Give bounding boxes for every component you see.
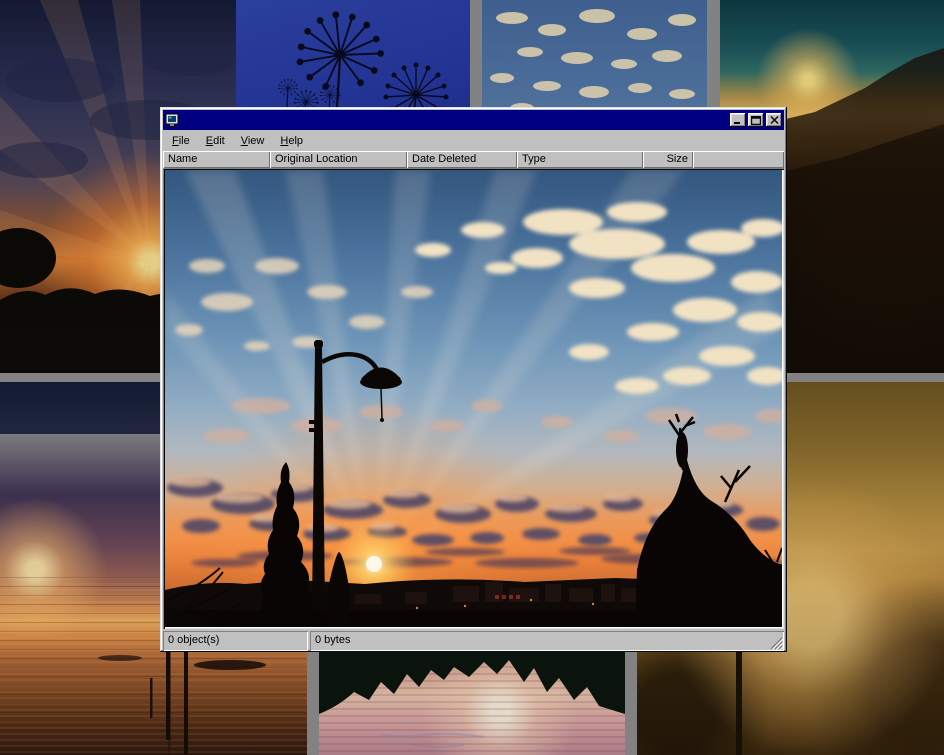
- maximize-icon: [751, 116, 761, 125]
- desktop: { "window": { "title": "", "menu": [ {"f…: [0, 0, 944, 755]
- column-header-date-deleted[interactable]: Date Deleted: [407, 151, 517, 168]
- recycle-bin-window: File Edit View Help Name Original Locati…: [160, 107, 787, 652]
- column-header-row: Name Original Location Date Deleted Type…: [163, 151, 784, 168]
- column-header-type[interactable]: Type: [517, 151, 643, 168]
- program-window-icon: [165, 112, 181, 128]
- menu-help[interactable]: Help: [272, 132, 311, 150]
- close-icon: [770, 116, 779, 124]
- sunset-lamp-photo: [165, 170, 782, 627]
- window-titlebar[interactable]: [163, 110, 784, 130]
- menu-edit[interactable]: Edit: [198, 132, 233, 150]
- minimize-icon: [733, 116, 743, 125]
- menu-view[interactable]: View: [233, 132, 273, 150]
- column-header-name[interactable]: Name: [163, 151, 270, 168]
- minimize-button[interactable]: [730, 113, 746, 127]
- status-bar: 0 object(s) 0 bytes: [163, 631, 784, 651]
- maximize-button[interactable]: [748, 113, 764, 127]
- status-size: 0 bytes: [310, 631, 784, 651]
- status-size-text: 0 bytes: [315, 634, 350, 646]
- menu-bar: File Edit View Help: [163, 131, 784, 151]
- column-header-filler[interactable]: [693, 151, 784, 168]
- column-header-original-location[interactable]: Original Location: [270, 151, 407, 168]
- menu-file[interactable]: File: [164, 132, 198, 150]
- resize-grip-icon[interactable]: [770, 637, 783, 650]
- file-list-viewport[interactable]: [163, 168, 784, 629]
- status-object-count: 0 object(s): [163, 631, 308, 651]
- column-header-size[interactable]: Size: [643, 151, 693, 168]
- close-button[interactable]: [766, 113, 782, 127]
